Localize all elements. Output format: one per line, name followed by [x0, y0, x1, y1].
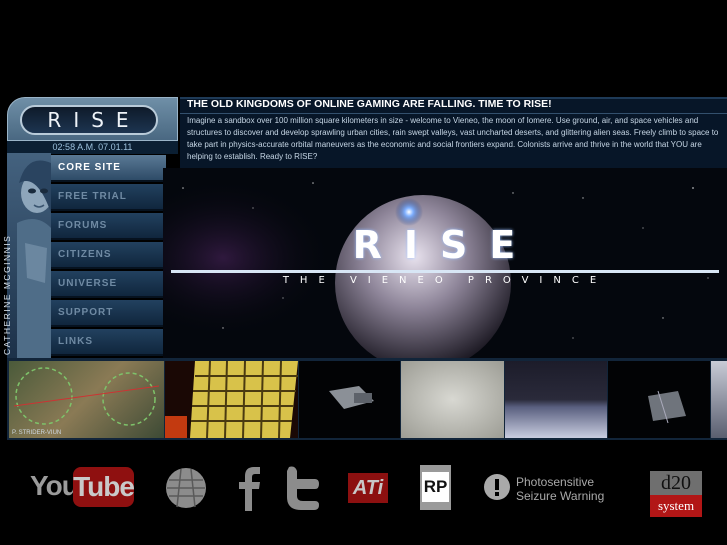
- ati-logo[interactable]: ATi: [348, 473, 388, 503]
- nav-support[interactable]: SUPPORT: [51, 300, 163, 327]
- logo-text: RISE: [47, 108, 141, 132]
- station-thumb[interactable]: [608, 361, 710, 438]
- nav-universe[interactable]: UNIVERSE: [51, 271, 163, 298]
- esrb-rating-text: RP: [422, 472, 449, 502]
- d20-bottom-text: system: [650, 495, 702, 517]
- header-divider: [180, 113, 727, 114]
- nav-free-trial[interactable]: FREE TRIAL: [51, 184, 163, 211]
- portrait-caption: CATHERINE MCGINNIS: [2, 234, 12, 355]
- planet-horizon-thumb[interactable]: [505, 361, 607, 438]
- facebook-icon[interactable]: [237, 465, 261, 516]
- seizure-warning-link[interactable]: Photosensitive Seizure Warning: [516, 475, 604, 503]
- warning-line-2: Seizure Warning: [516, 489, 605, 503]
- banner-title: RISE: [352, 223, 538, 267]
- terrain-map-thumb[interactable]: [9, 361, 164, 438]
- esrb-rating-badge[interactable]: RP: [420, 465, 451, 510]
- headline: THE OLD KINGDOMS OF ONLINE GAMING ARE FA…: [187, 98, 552, 110]
- youtube-logo-tube[interactable]: Tube: [73, 467, 135, 507]
- thumb-edge[interactable]: [711, 361, 727, 438]
- twitter-icon[interactable]: [283, 465, 321, 516]
- nav-citizens[interactable]: CITIZENS: [51, 242, 163, 269]
- ati-text: ATi: [352, 477, 384, 499]
- youtube-logo-you[interactable]: You: [30, 470, 79, 502]
- warning-line-1: Photosensitive: [516, 475, 595, 489]
- clock-readout: 02:58 A.M. 07.01.11: [7, 140, 178, 154]
- nav-links[interactable]: LINKS: [51, 329, 163, 356]
- intro-blurb: Imagine a sandbox over 100 million squar…: [187, 116, 719, 161]
- spacecraft-thumb[interactable]: [299, 361, 400, 438]
- wiki-globe-icon[interactable]: [163, 466, 209, 515]
- character-portrait: [7, 153, 51, 358]
- nav-forums[interactable]: FORUMS: [51, 213, 163, 240]
- thumb-caption: P. STRIDER-VIUN: [12, 430, 62, 436]
- d20-top-text: d20: [650, 471, 702, 495]
- warning-icon[interactable]: [483, 473, 511, 506]
- banner-subtitle: THE VIENEO PROVINCE: [282, 275, 608, 286]
- grid-structure-thumb[interactable]: [165, 360, 298, 439]
- nav-core-site[interactable]: CORE SITE: [51, 155, 166, 182]
- d20-system-logo[interactable]: d20 system: [650, 471, 702, 517]
- foggy-surface-thumb[interactable]: [401, 361, 504, 438]
